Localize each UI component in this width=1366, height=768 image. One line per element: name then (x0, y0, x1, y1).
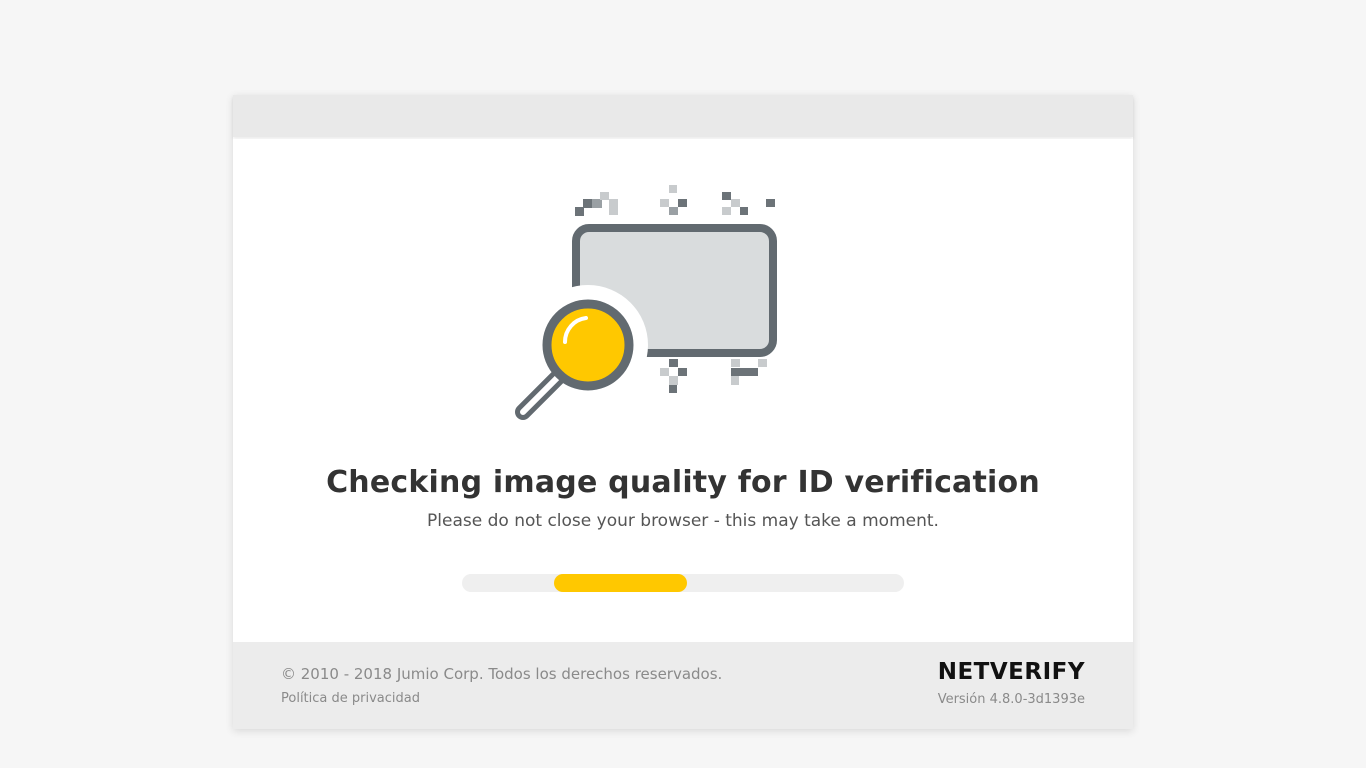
magnifier-lens (542, 299, 634, 391)
copyright-text: © 2010 - 2018 Jumio Corp. Todos los dere… (281, 665, 723, 683)
privacy-policy-link[interactable]: Política de privacidad (281, 691, 420, 706)
page-footer: © 2010 - 2018 Jumio Corp. Todos los dere… (233, 642, 1133, 729)
page-subtitle: Please do not close your browser - this … (427, 511, 939, 531)
verification-card: Checking image quality for ID verificati… (233, 95, 1133, 729)
progress-bar (462, 574, 904, 592)
progress-bar-fill (554, 574, 687, 592)
page-title: Checking image quality for ID verificati… (326, 465, 1040, 500)
netverify-logo: NETVERIFY (937, 659, 1085, 685)
id-card-magnifier-icon (515, 185, 777, 420)
pixel-noise-top (575, 185, 775, 216)
card-body: Checking image quality for ID verificati… (233, 139, 1133, 639)
version-text: Versión 4.8.0-3d1393e (937, 692, 1085, 707)
card-header (233, 95, 1133, 137)
